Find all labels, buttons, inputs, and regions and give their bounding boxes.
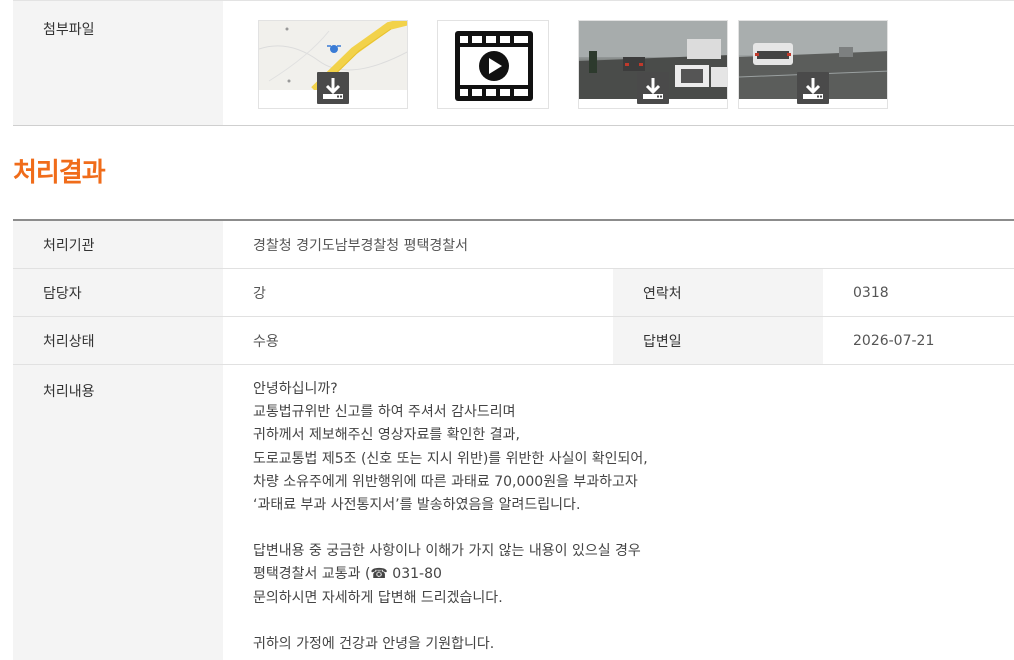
result-table: 처리기관 경찰청 경기도남부경찰청 평택경찰서 담당자 강 연락처 0318 처… [13,219,1014,660]
attachment-dashcam-thumbnail-2[interactable] [738,20,888,109]
officer-label: 담당자 [13,269,223,316]
attachment-map-thumbnail[interactable] [258,20,408,109]
content-label: 처리내용 [13,365,223,660]
contact-value: 0318 [853,284,889,301]
content-line: 교통법규위반 신고를 하여 주셔서 감사드리며 [253,404,516,421]
officer-row: 담당자 강 연락처 0318 [13,269,1014,317]
content-body: 안녕하십니까? 교통법규위반 신고를 하여 주셔서 감사드리며 귀하께서 제보해… [223,365,1014,660]
attachment-video-thumbnail[interactable] [437,20,549,109]
agency-label: 처리기관 [13,221,223,268]
content-line: 차량 소유주에게 위반행위에 따른 과태료 70,000원을 부과하고자 [253,473,638,490]
content-row: 처리내용 안녕하십니까? 교통법규위반 신고를 하여 주셔서 감사드리며 귀하께… [13,365,1014,660]
download-icon[interactable] [637,72,669,104]
content-line: 귀하의 가정에 건강과 안녕을 기원합니다. [253,635,495,652]
agency-row: 처리기관 경찰청 경기도남부경찰청 평택경찰서 [13,221,1014,269]
content-line: 답변내용 중 궁금한 사항이나 이해가 가지 않는 내용이 있으실 경우 [253,543,641,560]
contact-label: 연락처 [613,269,823,316]
officer-value: 강 [253,285,266,302]
answer-date-label: 답변일 [613,317,823,364]
agency-value: 경찰청 경기도남부경찰청 평택경찰서 [253,237,468,254]
status-label: 처리상태 [13,317,223,364]
attachments-list [223,1,1014,125]
content-line: 안녕하십니까? [253,381,338,397]
attachment-dashcam-thumbnail-1[interactable] [578,20,728,109]
content-line: 평택경찰서 교통과 (☎ 031-80 [253,566,442,583]
download-icon[interactable] [797,72,829,104]
content-line: ‘과태료 부과 사전통지서’를 발송하였음을 알려드립니다. [253,497,581,514]
content-line: 귀하께서 제보해주신 영상자료를 확인한 결과, [253,427,520,444]
video-play-icon[interactable] [438,21,549,109]
attachments-label: 첨부파일 [13,1,223,125]
answer-date-value: 2026-07-21 [853,332,935,349]
status-value: 수용 [253,333,279,350]
status-row: 처리상태 수용 답변일 2026-07-21 [13,317,1014,365]
content-line: 도로교통법 제5조 (신호 또는 지시 위반)를 위반한 사실이 확인되어, [253,450,648,467]
download-icon[interactable] [317,72,349,104]
attachments-row: 첨부파일 [13,0,1014,126]
result-section-title: 처리결과 [13,158,106,188]
content-line: 문의하시면 자세하게 답변해 드리겠습니다. [253,589,503,606]
